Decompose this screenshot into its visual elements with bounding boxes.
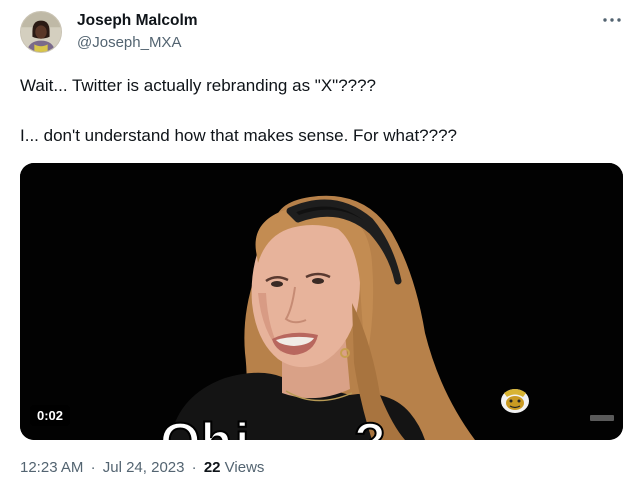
tweet-text-line-2: I... don't understand how that makes sen… [20,126,458,145]
video-frame: Oh i ? [20,163,623,440]
hot-ones-logo-icon [501,389,529,413]
more-options-button[interactable] [598,8,626,32]
author-handle[interactable]: @Joseph_MXA [77,34,181,51]
views-count[interactable]: 22 [204,459,221,476]
video-player[interactable]: Oh i ? 0:02 [20,163,623,440]
svg-text:i: i [235,413,249,440]
tweet-text: Wait... Twitter is actually rebranding a… [20,75,620,147]
tweet-card[interactable]: Joseph Malcolm @Joseph_MXA Wait... Twitt… [0,0,634,488]
more-horizontal-icon [603,18,621,22]
meta-separator: · [90,459,96,476]
meta-separator: · [191,459,197,476]
svg-text:Oh: Oh [160,413,232,440]
tweet-meta: 12:23 AM · Jul 24, 2023 · 22 Views [20,459,264,476]
author-name[interactable]: Joseph Malcolm [77,12,198,30]
video-duration-badge: 0:02 [30,405,71,426]
tweet-text-line-1: Wait... Twitter is actually rebranding a… [20,76,377,95]
subscribe-watermark [590,415,614,421]
profile-photo-icon [21,12,61,52]
tweet-time[interactable]: 12:23 AM [20,459,83,476]
tweet-date[interactable]: Jul 24, 2023 [103,459,185,476]
svg-text:?: ? [354,413,386,440]
author-avatar[interactable] [20,11,62,53]
views-label: Views [224,459,265,476]
